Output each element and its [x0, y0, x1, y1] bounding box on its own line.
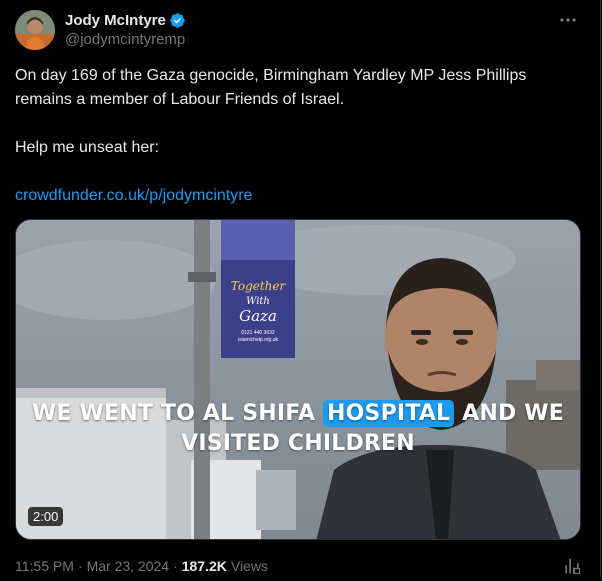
caption-text-before: WE WENT TO AL SHIFA [32, 401, 316, 426]
banner-text-1: Together [231, 279, 287, 293]
tweet-text-paragraph-1: On day 169 of the Gaza genocide, Birming… [15, 67, 527, 108]
post-time[interactable]: 11:55 PM [15, 558, 74, 574]
views-count: 187.2K [181, 558, 227, 574]
separator: · [77, 558, 83, 574]
caption-text-after: AND WE [462, 401, 564, 426]
separator: · [173, 558, 178, 574]
video-duration-badge: 2:00 [28, 507, 64, 526]
crowdfunder-link[interactable]: crowdfunder.co.uk/p/jodymcintyre [15, 187, 252, 204]
video-caption-line-1: WE WENT TO AL SHIFA HOSPITAL AND WE [16, 400, 580, 427]
banner-small-2: islamichelp.org.uk [238, 337, 279, 343]
analytics-icon[interactable] [562, 556, 582, 576]
more-icon[interactable] [556, 11, 580, 29]
post-date[interactable]: Mar 23, 2024 [87, 558, 170, 574]
author-display-name[interactable]: Jody McIntyre [65, 12, 166, 29]
banner-small-1: 0121 440 3632 [241, 330, 275, 336]
author-name-row: Jody McIntyre [65, 10, 186, 30]
author-handle[interactable]: @jodymcintyremp [65, 31, 185, 48]
caption-highlight: HOSPITAL [323, 400, 455, 427]
video-caption-line-2: VISITED CHILDREN [181, 431, 415, 456]
tweet-text-paragraph-2: Help me unseat her: [15, 139, 160, 156]
tweet-text: On day 169 of the Gaza genocide, Birming… [15, 64, 585, 208]
views-label: Views [230, 558, 268, 574]
banner-text-3: Gaza [239, 307, 277, 325]
banner-text-2: With [246, 296, 270, 307]
video-frame: Together With Gaza 0121 440 3632 islamic… [16, 220, 580, 539]
tweet-post: Jody McIntyre @jodymcintyremp On day 169… [0, 0, 601, 578]
avatar-image [15, 10, 55, 50]
verified-badge-icon [169, 12, 186, 29]
avatar[interactable] [15, 10, 55, 50]
tweet-meta: 11:55 PM · Mar 23, 2024 · 187.2K Views [15, 557, 268, 575]
video-player[interactable]: Together With Gaza 0121 440 3632 islamic… [15, 219, 581, 540]
